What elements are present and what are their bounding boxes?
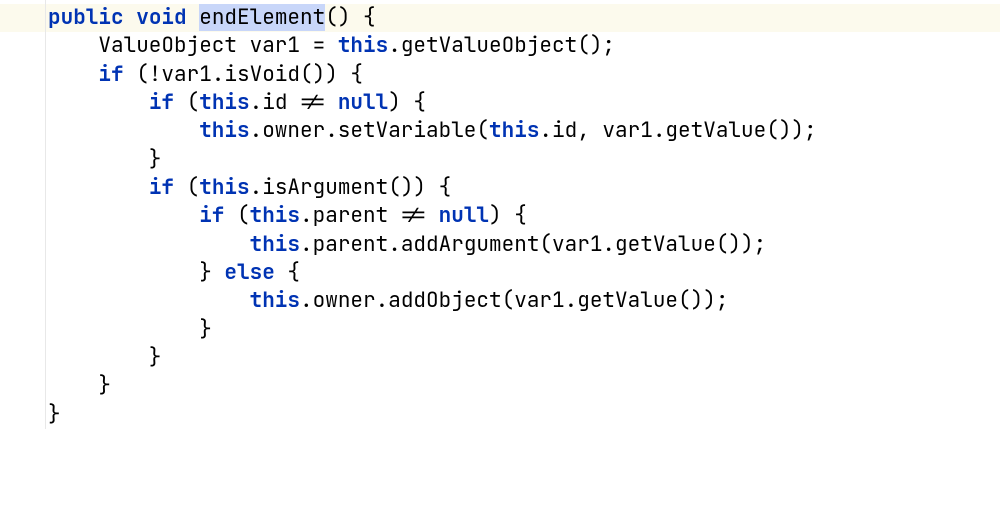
keyword-this: this: [199, 117, 249, 144]
code-line[interactable]: if (this.isArgument()) {: [0, 174, 1000, 202]
code-line[interactable]: }: [0, 401, 1000, 429]
code-line[interactable]: this.owner.setVariable(this.id, var1.get…: [0, 117, 1000, 145]
code-line[interactable]: } else {: [0, 259, 1000, 287]
keyword-this: this: [199, 89, 249, 116]
code-line[interactable]: this.owner.addObject(var1.getValue());: [0, 287, 1000, 315]
selection-highlight: endElement: [199, 4, 325, 31]
code-line[interactable]: if (this.parent != null) {: [0, 202, 1000, 230]
keyword-if: if: [199, 202, 224, 229]
code-line[interactable]: if (!var1.isVoid()) {: [0, 61, 1000, 89]
keyword-this: this: [489, 117, 539, 144]
keyword-if: if: [149, 89, 174, 116]
code-line[interactable]: }: [0, 344, 1000, 372]
code-editor[interactable]: public void endElement() { ValueObject v…: [0, 0, 1000, 429]
keyword-this: this: [250, 231, 300, 258]
keyword-null: null: [439, 202, 489, 229]
gutter-divider: [45, 0, 46, 429]
keyword-public: public: [48, 4, 124, 31]
keyword-null: null: [338, 89, 388, 116]
keyword-if: if: [98, 61, 123, 88]
keyword-this: this: [250, 287, 300, 314]
code-line[interactable]: public void endElement() {: [0, 4, 1000, 32]
code-line[interactable]: }: [0, 316, 1000, 344]
keyword-else: else: [224, 259, 274, 286]
code-line[interactable]: }: [0, 372, 1000, 400]
keyword-if: if: [149, 174, 174, 201]
code-line[interactable]: if (this.id != null) {: [0, 89, 1000, 117]
keyword-this: this: [250, 202, 300, 229]
keyword-this: this: [199, 174, 249, 201]
code-line[interactable]: }: [0, 146, 1000, 174]
keyword-this: this: [338, 32, 388, 59]
code-line[interactable]: this.parent.addArgument(var1.getValue())…: [0, 231, 1000, 259]
code-line[interactable]: ValueObject var1 = this.getValueObject()…: [0, 32, 1000, 60]
keyword-void: void: [136, 4, 186, 31]
